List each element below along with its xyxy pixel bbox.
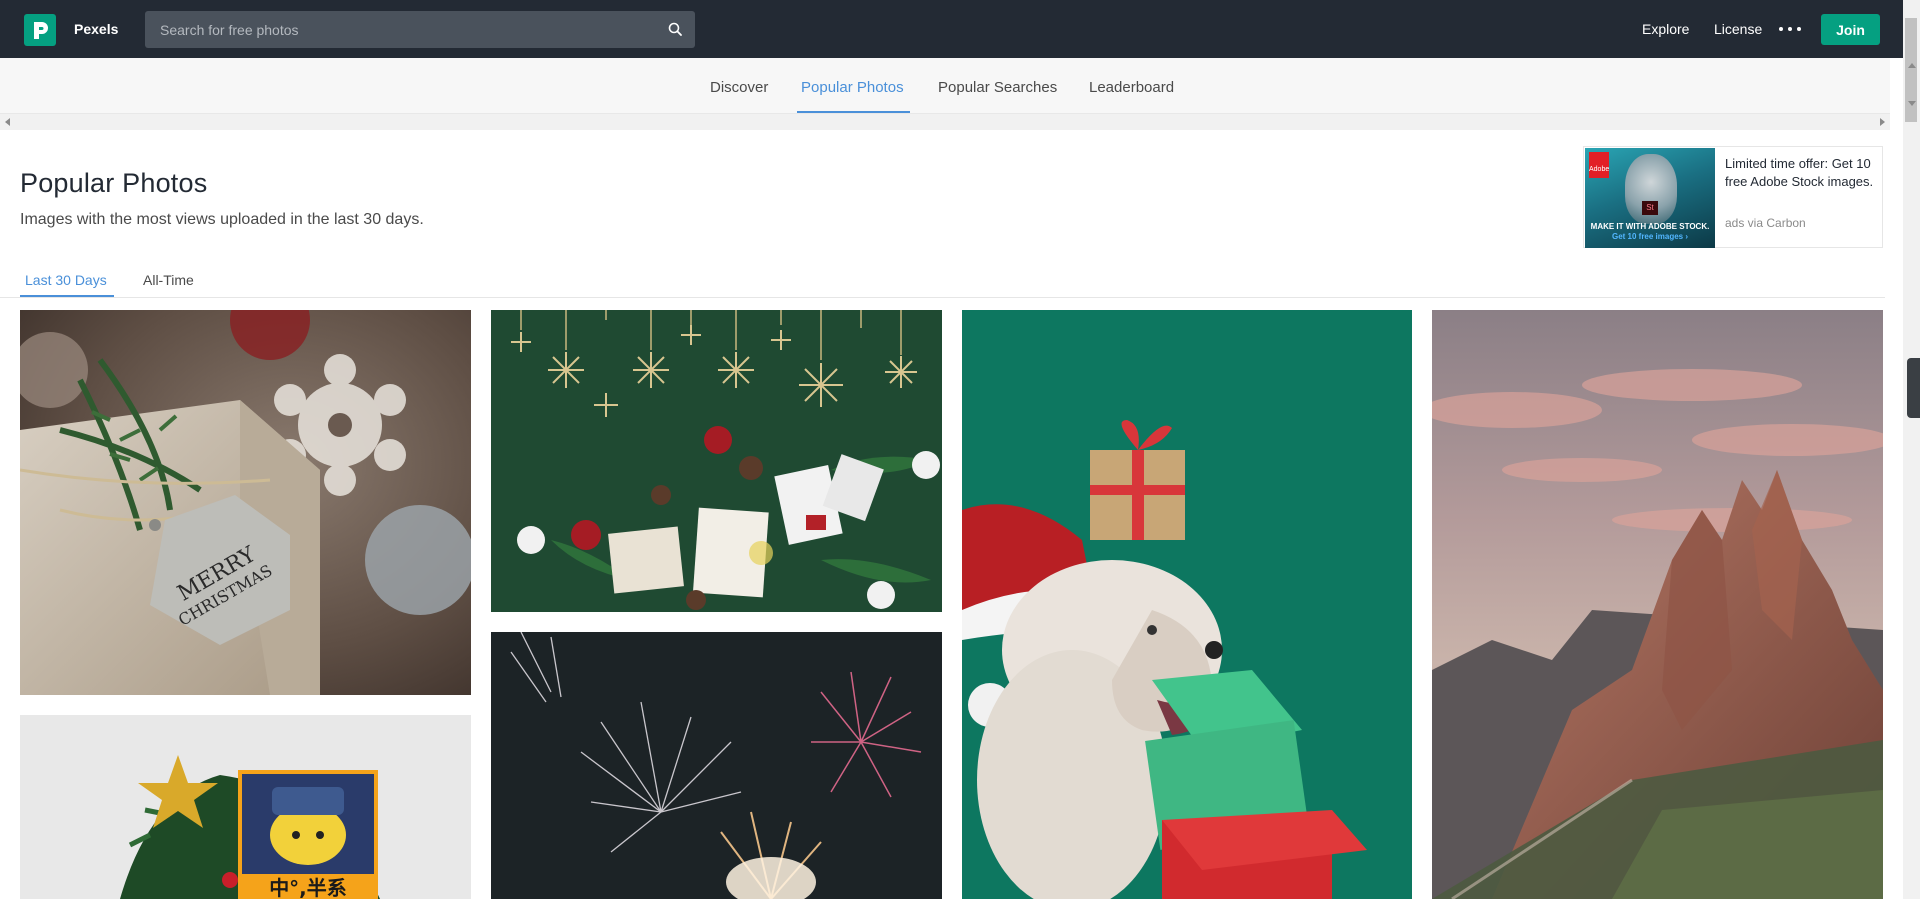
photo-bulldog-santa[interactable]: [962, 310, 1412, 899]
photo-christmas-gift-tag[interactable]: MERRY CHRISTMAS: [20, 310, 471, 695]
search-button[interactable]: [665, 20, 685, 40]
search-icon: [668, 22, 682, 36]
section-subnav: Discover Popular Photos Popular Searches…: [0, 58, 1890, 114]
ad-image-cta: Get 10 free images ›: [1611, 232, 1689, 241]
photo-fireworks[interactable]: [491, 632, 942, 899]
subnav-tab-popular-photos[interactable]: Popular Photos: [801, 79, 904, 96]
nav-license-link[interactable]: License: [1714, 21, 1762, 37]
ad-via-label[interactable]: ads via Carbon: [1725, 216, 1806, 230]
active-tab-indicator: [797, 111, 910, 113]
side-feedback-tab[interactable]: [1907, 358, 1920, 418]
ad-image-caption: MAKE IT WITH ADOBE STOCK.: [1590, 222, 1710, 231]
page-title: Popular Photos: [20, 168, 208, 198]
brand-name[interactable]: Pexels: [74, 21, 118, 37]
subnav-tab-leaderboard[interactable]: Leaderboard: [1089, 79, 1174, 96]
tab-last-30-days[interactable]: Last 30 Days: [25, 272, 107, 288]
search-input[interactable]: [160, 11, 640, 48]
ad-image[interactable]: Adobe St MAKE IT WITH ADOBE STOCK. Get 1…: [1585, 148, 1715, 248]
scroll-up-icon[interactable]: [1908, 63, 1916, 68]
subnav-tab-popular-searches[interactable]: Popular Searches: [938, 79, 1057, 96]
horizontal-scrollbar[interactable]: [0, 114, 1890, 130]
adobe-logo-icon: Adobe: [1589, 152, 1609, 178]
photo-christmas-tree-pikachu[interactable]: 中°,半系: [20, 715, 471, 899]
search-bar: [145, 11, 695, 48]
vertical-scrollbar[interactable]: [1903, 0, 1920, 899]
pikachu-sign-text: 中°,半系: [269, 876, 347, 899]
tab-all-time[interactable]: All-Time: [143, 272, 194, 288]
tabs-divider: [0, 297, 1885, 298]
pexels-logo-icon[interactable]: [24, 14, 56, 46]
scroll-down-icon[interactable]: [1908, 101, 1916, 106]
subnav-tab-discover[interactable]: Discover: [710, 79, 768, 96]
carbon-ad[interactable]: Adobe St MAKE IT WITH ADOBE STOCK. Get 1…: [1583, 146, 1883, 248]
scrollbar-thumb[interactable]: [1905, 18, 1917, 122]
photo-mountain-peaks[interactable]: [1432, 310, 1883, 899]
top-navbar: Pexels Explore License Join: [0, 0, 1903, 58]
join-button[interactable]: Join: [1821, 14, 1880, 45]
scroll-right-icon[interactable]: [1880, 118, 1885, 126]
page-subtitle: Images with the most views uploaded in t…: [20, 211, 424, 228]
more-dots-icon[interactable]: [1779, 20, 1801, 38]
scroll-left-icon[interactable]: [5, 118, 10, 126]
photo-christmas-flatlay[interactable]: [491, 310, 942, 612]
nav-explore-link[interactable]: Explore: [1642, 21, 1689, 37]
adobe-stock-mark: St: [1642, 201, 1658, 215]
ad-text[interactable]: Limited time offer: Get 10 free Adobe St…: [1725, 155, 1875, 191]
